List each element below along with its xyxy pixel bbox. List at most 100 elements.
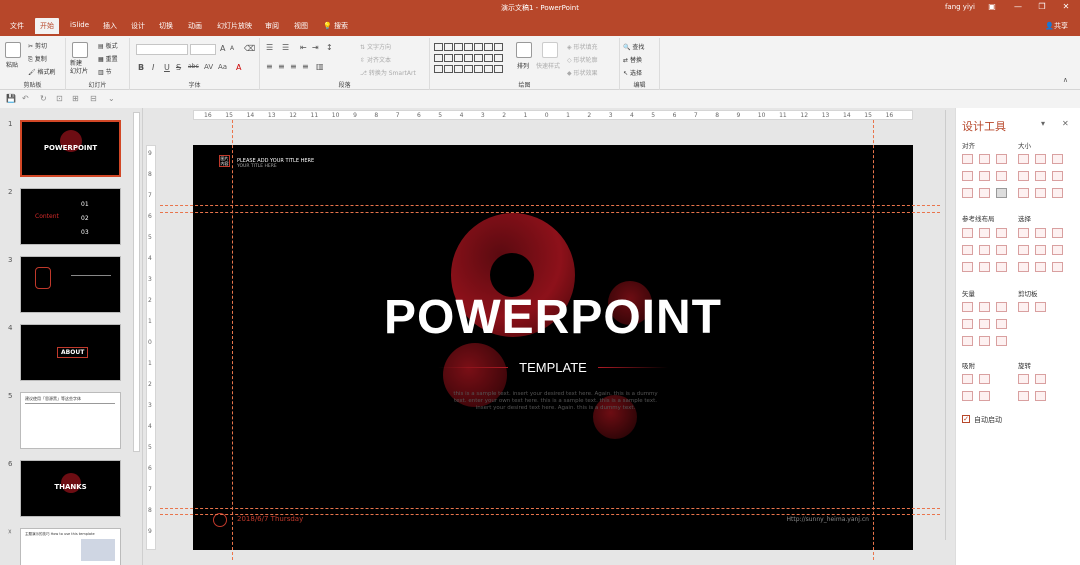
size-tool-button[interactable] — [1035, 154, 1046, 164]
shapes-gallery[interactable] — [434, 42, 504, 76]
vector-tool-button[interactable] — [996, 336, 1007, 346]
align-tool-button[interactable] — [962, 188, 973, 198]
ref-layout-tool-button[interactable] — [962, 262, 973, 272]
format-painter-button[interactable]: 🖌 格式刷 — [28, 67, 56, 76]
ref-layout-tool-button[interactable] — [962, 245, 973, 255]
size-tool-button[interactable] — [1035, 171, 1046, 181]
shape-fill-button[interactable]: ◈ 形状填充 — [567, 42, 598, 51]
undo-icon[interactable]: ↶ — [22, 94, 29, 103]
tab-animations[interactable]: 动画 — [183, 20, 207, 36]
snap-tool-button[interactable] — [962, 374, 973, 384]
tab-slideshow[interactable]: 幻灯片放映 — [212, 20, 257, 36]
vector-tool-button[interactable] — [962, 302, 973, 312]
replace-button[interactable]: ⇄ 替换 — [623, 55, 642, 64]
shape-effects-button[interactable]: ◆ 形状效果 — [567, 68, 598, 77]
line-spacing-icon[interactable]: ↕ — [326, 43, 333, 52]
select-tool-button[interactable] — [1052, 228, 1063, 238]
shrink-font-icon[interactable]: A — [230, 45, 234, 52]
select-tool-button[interactable] — [1052, 245, 1063, 255]
rotate-tool-button[interactable] — [1035, 391, 1046, 401]
align-tool-button[interactable] — [979, 171, 990, 181]
align-left-icon[interactable]: ≡ — [266, 62, 273, 71]
align-tool-button[interactable] — [996, 171, 1007, 181]
align-text-button[interactable]: ⇳ 对齐文本 — [360, 55, 391, 64]
select-tool-button[interactable] — [1035, 245, 1046, 255]
size-tool-button[interactable] — [1052, 154, 1063, 164]
tab-transitions[interactable]: 切换 — [154, 20, 178, 36]
customize-qat-icon[interactable]: ⌄ — [108, 94, 115, 103]
panel-options-icon[interactable]: ▾ — [1041, 119, 1045, 128]
slide-subtitle[interactable]: TEMPLATE — [193, 360, 913, 375]
text-direction-button[interactable]: ⇅ 文字方向 — [360, 42, 391, 51]
slide-thumbnail-2[interactable]: Content 01 02 03 — [20, 188, 121, 245]
select-tool-button[interactable] — [1035, 228, 1046, 238]
tab-islide[interactable]: iSlide — [65, 20, 94, 36]
align-tool-button[interactable] — [979, 154, 990, 164]
editor-scrollbar[interactable] — [945, 110, 953, 540]
horizontal-ruler[interactable]: 16 15 14 13 12 11 10 9 8 7 6 5 4 3 2 1 0 1 2 3 4 5 6 7 8 9 10 11 12 1… — [193, 110, 913, 120]
redo-icon[interactable]: ↻ — [40, 94, 47, 103]
vector-tool-button[interactable] — [996, 302, 1007, 312]
ribbon-display-icon[interactable]: ▣ — [982, 2, 1002, 11]
share-button[interactable]: 👤共享 — [1045, 21, 1068, 31]
guide-line[interactable] — [160, 205, 940, 206]
italic-button[interactable]: I — [152, 63, 154, 72]
slide-thumbnail-3[interactable] — [20, 256, 121, 313]
snap-tool-button[interactable] — [962, 391, 973, 401]
slide-body-text[interactable]: this is a sample text. insert your desir… — [448, 391, 663, 412]
align-center-icon[interactable]: ≡ — [278, 62, 285, 71]
font-family-select[interactable] — [136, 44, 188, 55]
clipboard-tool-button[interactable] — [1035, 302, 1046, 312]
vector-tool-button[interactable] — [979, 302, 990, 312]
tab-file[interactable]: 文件 — [5, 20, 29, 36]
guide-line[interactable] — [160, 514, 940, 515]
section-button[interactable]: ▥ 节 — [98, 67, 112, 76]
rotate-tool-button[interactable] — [1018, 391, 1029, 401]
ref-layout-tool-button[interactable] — [962, 228, 973, 238]
select-tool-button[interactable] — [1035, 262, 1046, 272]
find-button[interactable]: 🔍 查找 — [623, 42, 644, 51]
rotate-tool-button[interactable] — [1035, 374, 1046, 384]
size-tool-button[interactable] — [1018, 171, 1029, 181]
size-tool-button[interactable] — [1035, 188, 1046, 198]
slide-thumbnail-6[interactable]: THANKS — [20, 460, 121, 517]
justify-icon[interactable]: ≡ — [302, 62, 309, 71]
select-button[interactable]: ↖ 选择 — [623, 68, 642, 77]
tab-view[interactable]: 视图 — [289, 20, 313, 36]
size-tool-button[interactable] — [1018, 154, 1029, 164]
restore-icon[interactable]: ❐ — [1032, 2, 1052, 11]
clipboard-tool-button[interactable] — [1018, 302, 1029, 312]
layout-button[interactable]: ▤ 板式 — [98, 41, 118, 50]
font-color-icon[interactable]: A — [236, 63, 241, 72]
numbering-icon[interactable]: ☰ — [282, 43, 289, 52]
spacing-icon[interactable]: AV — [204, 63, 213, 71]
vertical-ruler[interactable]: 9 8 7 6 5 4 3 2 1 0 1 2 3 4 5 6 7 8 9 — [146, 145, 156, 550]
shape-icon[interactable]: ⊟ — [90, 94, 97, 103]
vector-tool-button[interactable] — [962, 319, 973, 329]
tab-design[interactable]: 设计 — [126, 20, 150, 36]
paste-icon[interactable] — [5, 42, 21, 58]
new-slide-icon[interactable] — [72, 42, 88, 58]
select-tool-button[interactable] — [1018, 245, 1029, 255]
outdent-icon[interactable]: ⇥ — [312, 43, 319, 52]
indent-icon[interactable]: ⇤ — [300, 43, 307, 52]
slide-thumbnail-5[interactable]: 建议使用「思源黑」等这些字体 — [20, 392, 121, 449]
slide-thumbnail-1[interactable]: POWERPOINT — [20, 120, 121, 177]
align-tool-button[interactable] — [996, 154, 1007, 164]
minimize-icon[interactable]: — — [1008, 2, 1028, 11]
slide-date[interactable]: 2018/6/7 Thursday — [237, 515, 303, 523]
font-size-select[interactable] — [190, 44, 216, 55]
quick-styles-icon[interactable] — [542, 42, 558, 58]
ref-layout-tool-button[interactable] — [979, 262, 990, 272]
slide-title[interactable]: POWERPOINT — [193, 290, 913, 345]
guide-line[interactable] — [232, 120, 233, 560]
tab-home[interactable]: 开始 — [35, 18, 59, 34]
bullets-icon[interactable]: ☰ — [266, 43, 273, 52]
tab-search[interactable]: 💡 搜索 — [318, 20, 353, 36]
align-right-icon[interactable]: ≡ — [290, 62, 297, 71]
vector-tool-button[interactable] — [979, 336, 990, 346]
change-case-button[interactable]: Aa — [218, 63, 227, 71]
ref-layout-tool-button[interactable] — [996, 245, 1007, 255]
user-name[interactable]: fang yiyi — [945, 3, 975, 11]
align-tool-button[interactable] — [962, 154, 973, 164]
